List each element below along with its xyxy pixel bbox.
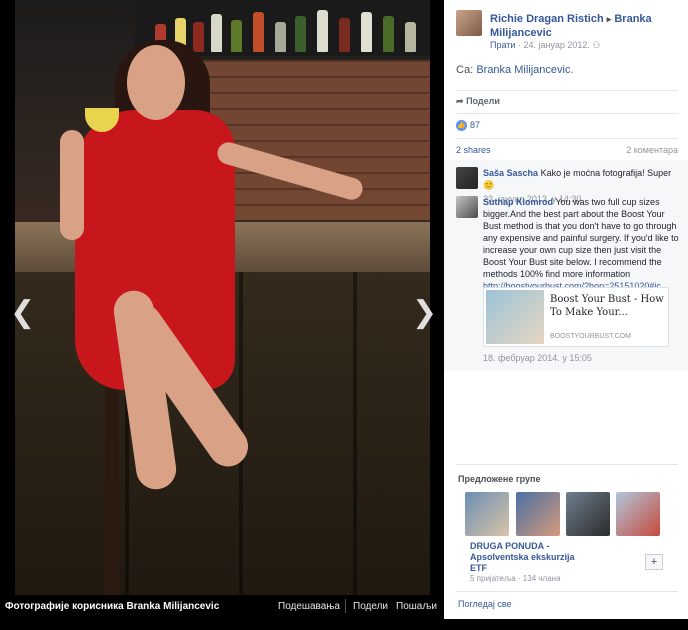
next-photo-icon[interactable]: ❯ (412, 295, 437, 330)
share-button[interactable]: ➦ Подели (456, 96, 500, 107)
with-line: Са: Branka Milijancevic. (456, 64, 574, 76)
chat-bar (444, 619, 688, 630)
follow-link[interactable]: Прати (490, 40, 515, 50)
divider (456, 90, 678, 91)
divider (345, 599, 346, 613)
group-photo[interactable] (516, 492, 560, 536)
divider (456, 591, 678, 592)
share-label: Подели (466, 96, 500, 106)
comment-body: Suthap Klomrod You was two full cup size… (483, 196, 683, 292)
tagged-user[interactable]: Branka Milijancevic. (476, 64, 573, 76)
author-name[interactable]: Richie Dragan Ristich (490, 13, 604, 25)
preview-domain: BOOSTYOURBUST.COM (550, 333, 631, 340)
share-link[interactable]: Подели (353, 601, 388, 612)
comment-text: Kako je moćna fotografija! Super (540, 168, 672, 178)
see-all-link[interactable]: Погледај све (458, 599, 512, 609)
post-author-line: Richie Dragan Ristich ▸ Branka Milijance… (490, 12, 680, 40)
comment-text: You was two full cup sizes bigger.And th… (483, 197, 679, 279)
avatar[interactable] (456, 196, 478, 218)
post-meta: Прати · 24. јануар 2012. ⚇ (490, 40, 601, 50)
photo-stage: ❮ ❯ Фотографије корисника Branka Milijan… (0, 0, 444, 630)
share-icon: ➦ (456, 96, 464, 106)
smile-emoji-icon: 🙂 (483, 180, 495, 190)
join-group-button[interactable]: + (645, 554, 663, 570)
photo[interactable] (15, 0, 430, 595)
comment-author[interactable]: Saša Sascha (483, 168, 538, 178)
post-panel: Richie Dragan Ristich ▸ Branka Milijance… (444, 0, 688, 630)
group-photo[interactable] (616, 492, 660, 536)
send-link[interactable]: Пошаљи (396, 601, 437, 612)
with-prefix: Са: (456, 64, 474, 76)
like-count[interactable]: 87 (470, 120, 480, 130)
preview-image (486, 290, 544, 344)
album-title[interactable]: Фотографије корисника Branka Milijancevi… (5, 601, 219, 612)
shares-count[interactable]: 2 shares (456, 145, 491, 155)
figure-head (127, 45, 185, 120)
photo-footer: Фотографије корисника Branka Milijancevi… (0, 595, 444, 619)
comments-list: Saša Sascha Kako je moćna fotografija! S… (444, 160, 688, 370)
group-photo[interactable] (566, 492, 610, 536)
figure-arm (60, 130, 84, 240)
post-date[interactable]: 24. јануар 2012. (523, 40, 589, 50)
group-name[interactable]: DRUGA PONUDA - Apsolventska ekskurzija E… (470, 541, 590, 574)
avatar[interactable] (456, 10, 482, 36)
divider (456, 113, 678, 114)
like-icon: 👍 (456, 120, 467, 131)
chevron-right-icon: ▸ (606, 14, 612, 24)
comment-time[interactable]: 18. фебруар 2014. у 15:05 (483, 353, 592, 363)
preview-title: Boost Your Bust - How To Make Your... (550, 294, 664, 318)
avatar[interactable] (456, 167, 478, 189)
comments-count[interactable]: 2 коментара (626, 145, 678, 155)
bar-stool (105, 380, 119, 595)
audience-icon: ⚇ (592, 40, 601, 50)
group-meta: 5 пријатеља · 134 члана (470, 574, 561, 583)
divider (456, 464, 678, 465)
suggested-groups-title: Предложене групе (458, 474, 541, 484)
comment-author[interactable]: Suthap Klomrod (483, 197, 553, 207)
settings-link[interactable]: Подешавања (278, 601, 340, 612)
divider (456, 138, 678, 139)
group-photo[interactable] (465, 492, 509, 536)
link-preview[interactable]: Boost Your Bust - How To Make Your... BO… (483, 287, 669, 347)
previous-photo-icon[interactable]: ❮ (10, 295, 35, 330)
